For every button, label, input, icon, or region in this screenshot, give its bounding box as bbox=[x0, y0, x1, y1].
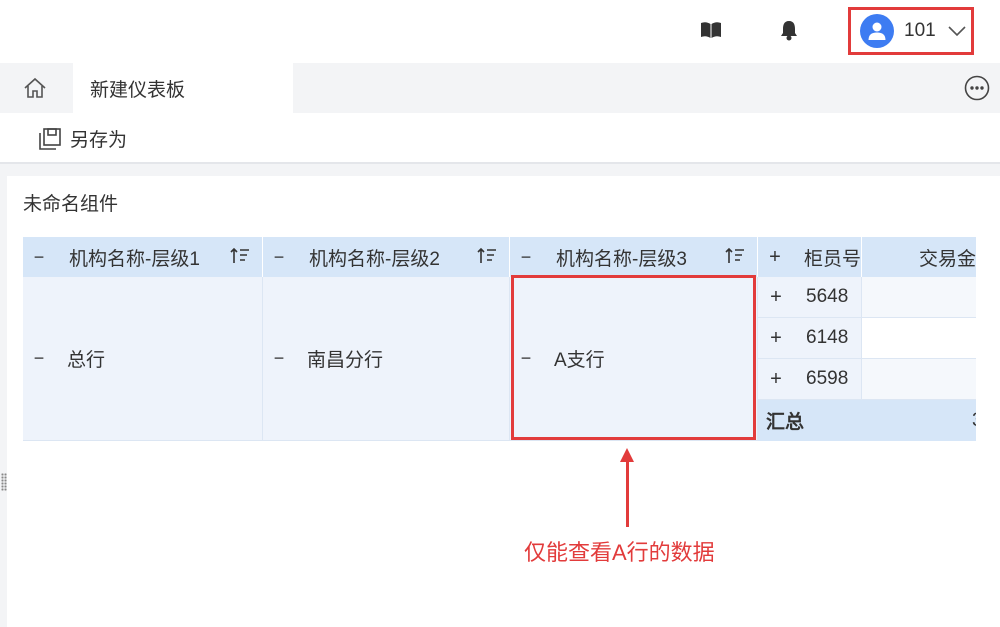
header-label: 柜员号 bbox=[803, 248, 861, 270]
amount-cell bbox=[862, 318, 976, 359]
toolbar: 另存为 bbox=[0, 113, 1000, 164]
tab-label: 新建仪表板 bbox=[90, 79, 186, 101]
cell-value: 总行 bbox=[67, 350, 106, 371]
header-label: 机构名称-层级1 bbox=[69, 248, 200, 270]
table-row[interactable]: + 6598 bbox=[758, 359, 862, 400]
collapse-icon[interactable]: − bbox=[271, 348, 287, 368]
arrow-shaft bbox=[626, 461, 629, 527]
book-icon[interactable] bbox=[700, 19, 722, 41]
sort-icon[interactable] bbox=[477, 247, 497, 265]
drag-handle[interactable] bbox=[1, 473, 7, 491]
teller-id: 6598 bbox=[806, 368, 849, 389]
sort-icon[interactable] bbox=[725, 247, 745, 265]
table-row[interactable]: + 6148 bbox=[758, 318, 862, 359]
table-row[interactable]: + 5648 bbox=[758, 277, 862, 318]
amount-cell bbox=[862, 359, 976, 400]
teller-id: 5648 bbox=[806, 286, 849, 307]
component-title: 未命名组件 bbox=[23, 194, 119, 215]
annotation-text: 仅能查看A行的数据 bbox=[524, 540, 715, 565]
collapse-icon[interactable]: − bbox=[31, 348, 47, 368]
expand-icon[interactable]: + bbox=[768, 327, 784, 349]
header-label: 机构名称-层级2 bbox=[309, 248, 440, 270]
collapse-icon[interactable]: − bbox=[31, 247, 47, 267]
header-level1[interactable]: − 机构名称-层级1 bbox=[23, 237, 263, 277]
save-as-icon bbox=[39, 127, 61, 150]
header-level2[interactable]: − 机构名称-层级2 bbox=[263, 237, 510, 277]
expand-icon[interactable]: + bbox=[768, 286, 784, 308]
header-label: 交易金 bbox=[919, 248, 976, 270]
header-label: 机构名称-层级3 bbox=[556, 248, 687, 270]
home-icon bbox=[24, 77, 46, 98]
subtotal-label: 汇总 bbox=[758, 400, 862, 441]
more-options-icon[interactable] bbox=[964, 75, 990, 101]
amount-cell bbox=[862, 277, 976, 318]
subtotal-value: 3 bbox=[862, 400, 976, 441]
home-tab[interactable] bbox=[0, 63, 70, 113]
arrow-head bbox=[620, 448, 634, 462]
highlight-box bbox=[511, 275, 756, 440]
bell-icon[interactable] bbox=[778, 19, 800, 41]
save-as-label: 另存为 bbox=[70, 130, 128, 151]
collapse-icon[interactable]: − bbox=[271, 247, 287, 267]
header-teller[interactable]: + 柜员号 bbox=[758, 237, 862, 277]
tab-new-dashboard[interactable]: 新建仪表板 bbox=[73, 63, 293, 113]
tab-bar: 新建仪表板 bbox=[0, 63, 1000, 113]
cell-value: 南昌分行 bbox=[307, 350, 384, 371]
save-as-button[interactable]: 另存为 bbox=[38, 125, 127, 152]
chevron-down-icon[interactable] bbox=[948, 26, 966, 36]
cell-level1[interactable]: − 总行 bbox=[23, 277, 263, 441]
pivot-table: − 机构名称-层级1 − 机构名称-层级2 − 机构名称-层级3 + 柜员号 交… bbox=[23, 237, 976, 441]
user-name: 101 bbox=[904, 20, 936, 41]
sort-icon[interactable] bbox=[230, 247, 250, 265]
expand-icon[interactable]: + bbox=[768, 368, 784, 390]
teller-id: 6148 bbox=[806, 327, 849, 348]
user-icon bbox=[868, 22, 886, 40]
user-menu[interactable]: 101 bbox=[848, 7, 974, 55]
top-bar: 101 bbox=[0, 0, 1000, 63]
collapse-icon[interactable]: − bbox=[518, 247, 534, 267]
header-level3[interactable]: − 机构名称-层级3 bbox=[510, 237, 758, 277]
cell-level2[interactable]: − 南昌分行 bbox=[263, 277, 510, 441]
expand-icon[interactable]: + bbox=[768, 246, 782, 268]
avatar bbox=[860, 14, 894, 48]
header-amount[interactable]: 交易金 bbox=[862, 237, 976, 277]
